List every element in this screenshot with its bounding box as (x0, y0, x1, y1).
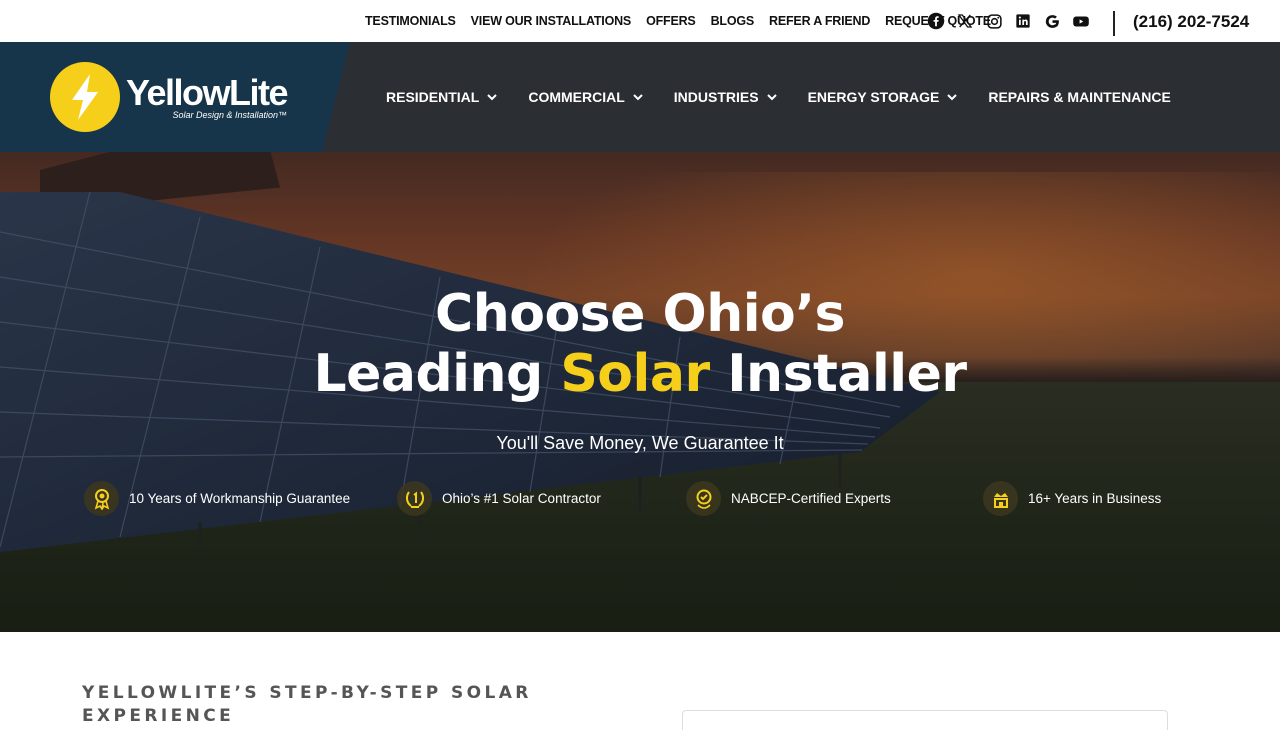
logo-tagline: Solar Design & Installation™ (172, 110, 288, 120)
trust-badge-label: 16+ Years in Business (1028, 491, 1162, 506)
chevron-down-icon (766, 91, 778, 103)
top-link-offers[interactable]: OFFERS (646, 14, 696, 28)
hero-title-line1: Choose Ohio’s (435, 284, 845, 344)
google-icon[interactable] (1043, 12, 1061, 30)
laurel-number-one-icon (397, 481, 432, 516)
certified-medal-icon (686, 481, 721, 516)
hero-section: Choose Ohio’s Leading Solar Installer Yo… (0, 152, 1280, 632)
youtube-icon[interactable] (1072, 12, 1090, 30)
nav-item-label: INDUSTRIES (673, 89, 759, 105)
x-twitter-icon[interactable] (956, 12, 974, 30)
quote-form-card[interactable] (682, 710, 1168, 730)
phone-link[interactable]: (216) 202-7524 (1133, 12, 1249, 32)
trust-badge: 10 Years of Workmanship Guarantee (84, 481, 350, 516)
trust-badge: Ohio’s #1 Solar Contractor (397, 481, 601, 516)
linkedin-icon[interactable] (1014, 12, 1032, 30)
top-utility-bar: TESTIMONIALS VIEW OUR INSTALLATIONS OFFE… (0, 0, 1280, 42)
top-link-blogs[interactable]: BLOGS (711, 14, 755, 28)
main-navbar: YellowLite Solar Design & Installation™ … (0, 42, 1280, 152)
primary-nav: RESIDENTIAL COMMERCIAL INDUSTRIES ENERGY… (386, 42, 1171, 152)
site-logo[interactable]: YellowLite Solar Design & Installation™ (50, 62, 289, 132)
trust-badge-label: Ohio’s #1 Solar Contractor (442, 491, 601, 506)
hero-title: Choose Ohio’s Leading Solar Installer (0, 284, 1280, 404)
nav-item-label: ENERGY STORAGE (807, 89, 940, 105)
nav-item-label: COMMERCIAL (528, 89, 625, 105)
chevron-down-icon (486, 91, 498, 103)
award-ribbon-icon (84, 481, 119, 516)
hero-title-highlight: Solar (560, 344, 710, 404)
hero-subtitle: You'll Save Money, We Guarantee It (496, 433, 784, 453)
lightning-bolt-icon (50, 62, 120, 132)
logo-wordmark: YellowLite Solar Design & Installation™ (126, 72, 289, 121)
top-links: TESTIMONIALS VIEW OUR INSTALLATIONS OFFE… (365, 0, 991, 42)
trust-badge-label: NABCEP-Certified Experts (731, 491, 891, 506)
top-link-testimonials[interactable]: TESTIMONIALS (365, 14, 456, 28)
hero-title-line2-before: Leading (313, 344, 561, 404)
nav-item-label: RESIDENTIAL (386, 89, 480, 105)
topbar-divider (1113, 11, 1115, 36)
crown-building-icon (983, 481, 1018, 516)
instagram-icon[interactable] (985, 12, 1003, 30)
trust-badge: 16+ Years in Business (983, 481, 1161, 516)
trust-badge-label: 10 Years of Workmanship Guarantee (129, 491, 351, 506)
top-link-view-installations[interactable]: VIEW OUR INSTALLATIONS (471, 14, 632, 28)
steps-section: YELLOWLITE’S STEP-BY-STEP SOLAR EXPERIEN… (0, 632, 1280, 730)
nav-item-repairs-maintenance[interactable]: REPAIRS & MAINTENANCE (988, 89, 1171, 105)
top-link-refer-a-friend[interactable]: REFER A FRIEND (769, 14, 870, 28)
nav-item-residential[interactable]: RESIDENTIAL (386, 89, 498, 105)
facebook-icon[interactable] (927, 12, 945, 30)
trust-badges: 10 Years of Workmanship Guarantee Ohio’s… (0, 481, 1280, 517)
trust-badge: NABCEP-Certified Experts (686, 481, 891, 516)
hero-title-line2-after: Installer (709, 344, 967, 404)
nav-item-label: REPAIRS & MAINTENANCE (988, 89, 1171, 105)
section-eyebrow: YELLOWLITE’S STEP-BY-STEP SOLAR EXPERIEN… (82, 683, 532, 726)
nav-item-energy-storage[interactable]: ENERGY STORAGE (808, 89, 959, 105)
nav-item-commercial[interactable]: COMMERCIAL (528, 89, 643, 105)
chevron-down-icon (946, 91, 958, 103)
chevron-down-icon (632, 91, 644, 103)
social-links (927, 0, 1090, 42)
logo-name: YellowLite (126, 72, 289, 113)
nav-item-industries[interactable]: INDUSTRIES (674, 89, 778, 105)
